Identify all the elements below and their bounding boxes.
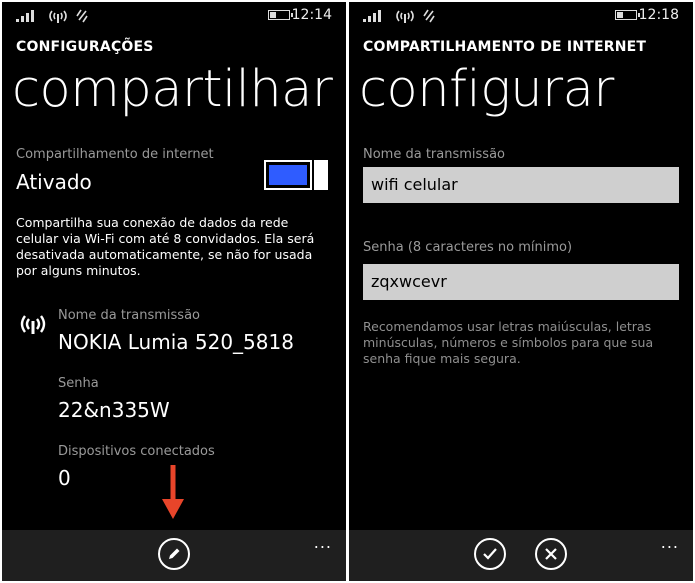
app-title: CONFIGURAÇÕES [16, 39, 154, 55]
vibrate-icon [423, 9, 435, 23]
clock: 12:18 [638, 7, 679, 23]
sharing-state: Ativado [16, 170, 92, 194]
edit-button[interactable] [158, 538, 190, 570]
app-title: COMPARTILHAMENTO DE INTERNET [363, 39, 647, 55]
battery-icon [268, 10, 293, 20]
sharing-toggle[interactable] [264, 160, 330, 190]
more-options-button[interactable]: ... [314, 533, 332, 552]
app-bar: ... [349, 530, 693, 581]
page-title: configurar [359, 60, 614, 119]
more-options-button[interactable]: ... [661, 533, 679, 552]
connected-devices-label: Dispositivos conectados [58, 444, 215, 459]
clock: 12:14 [291, 7, 332, 23]
password-hint: Recomendamos usar letras maiúsculas, let… [363, 319, 654, 366]
vibrate-icon [76, 9, 88, 23]
phone-screen-configure: 12:18 COMPARTILHAMENTO DE INTERNET confi… [349, 2, 693, 581]
signal-strength-icon [363, 10, 385, 22]
sharing-label: Compartilhamento de internet [16, 147, 214, 162]
app-bar: ... [2, 530, 346, 581]
signal-strength-icon [16, 10, 38, 22]
sharing-description: Compartilha sua conexão de dados da rede… [16, 215, 315, 278]
battery-icon [615, 10, 640, 20]
close-icon [545, 548, 557, 560]
password-input[interactable]: zqxwcevr [363, 264, 679, 300]
page-title: compartilhar in [12, 60, 346, 119]
cancel-button[interactable] [535, 538, 567, 570]
wifi-sharing-icon [396, 10, 414, 23]
status-bar: 12:14 [2, 2, 346, 30]
checkmark-icon [483, 548, 497, 560]
pencil-icon [169, 548, 180, 559]
broadcast-name-input[interactable]: wifi celular [363, 167, 679, 203]
connected-devices-value: 0 [58, 466, 71, 490]
password-value: 22&n335W [58, 398, 170, 422]
broadcast-name-label: Nome da transmissão [58, 308, 200, 323]
status-bar: 12:18 [349, 2, 693, 30]
red-arrow-annotation-icon [162, 465, 184, 519]
password-label: Senha [58, 376, 99, 391]
broadcast-name-value: NOKIA Lumia 520_5818 [58, 330, 294, 354]
wifi-sharing-icon [49, 10, 67, 23]
password-label: Senha (8 caracteres no mínimo) [363, 240, 573, 255]
wifi-broadcast-icon [20, 315, 46, 334]
confirm-button[interactable] [474, 538, 506, 570]
broadcast-name-label: Nome da transmissão [363, 147, 505, 162]
